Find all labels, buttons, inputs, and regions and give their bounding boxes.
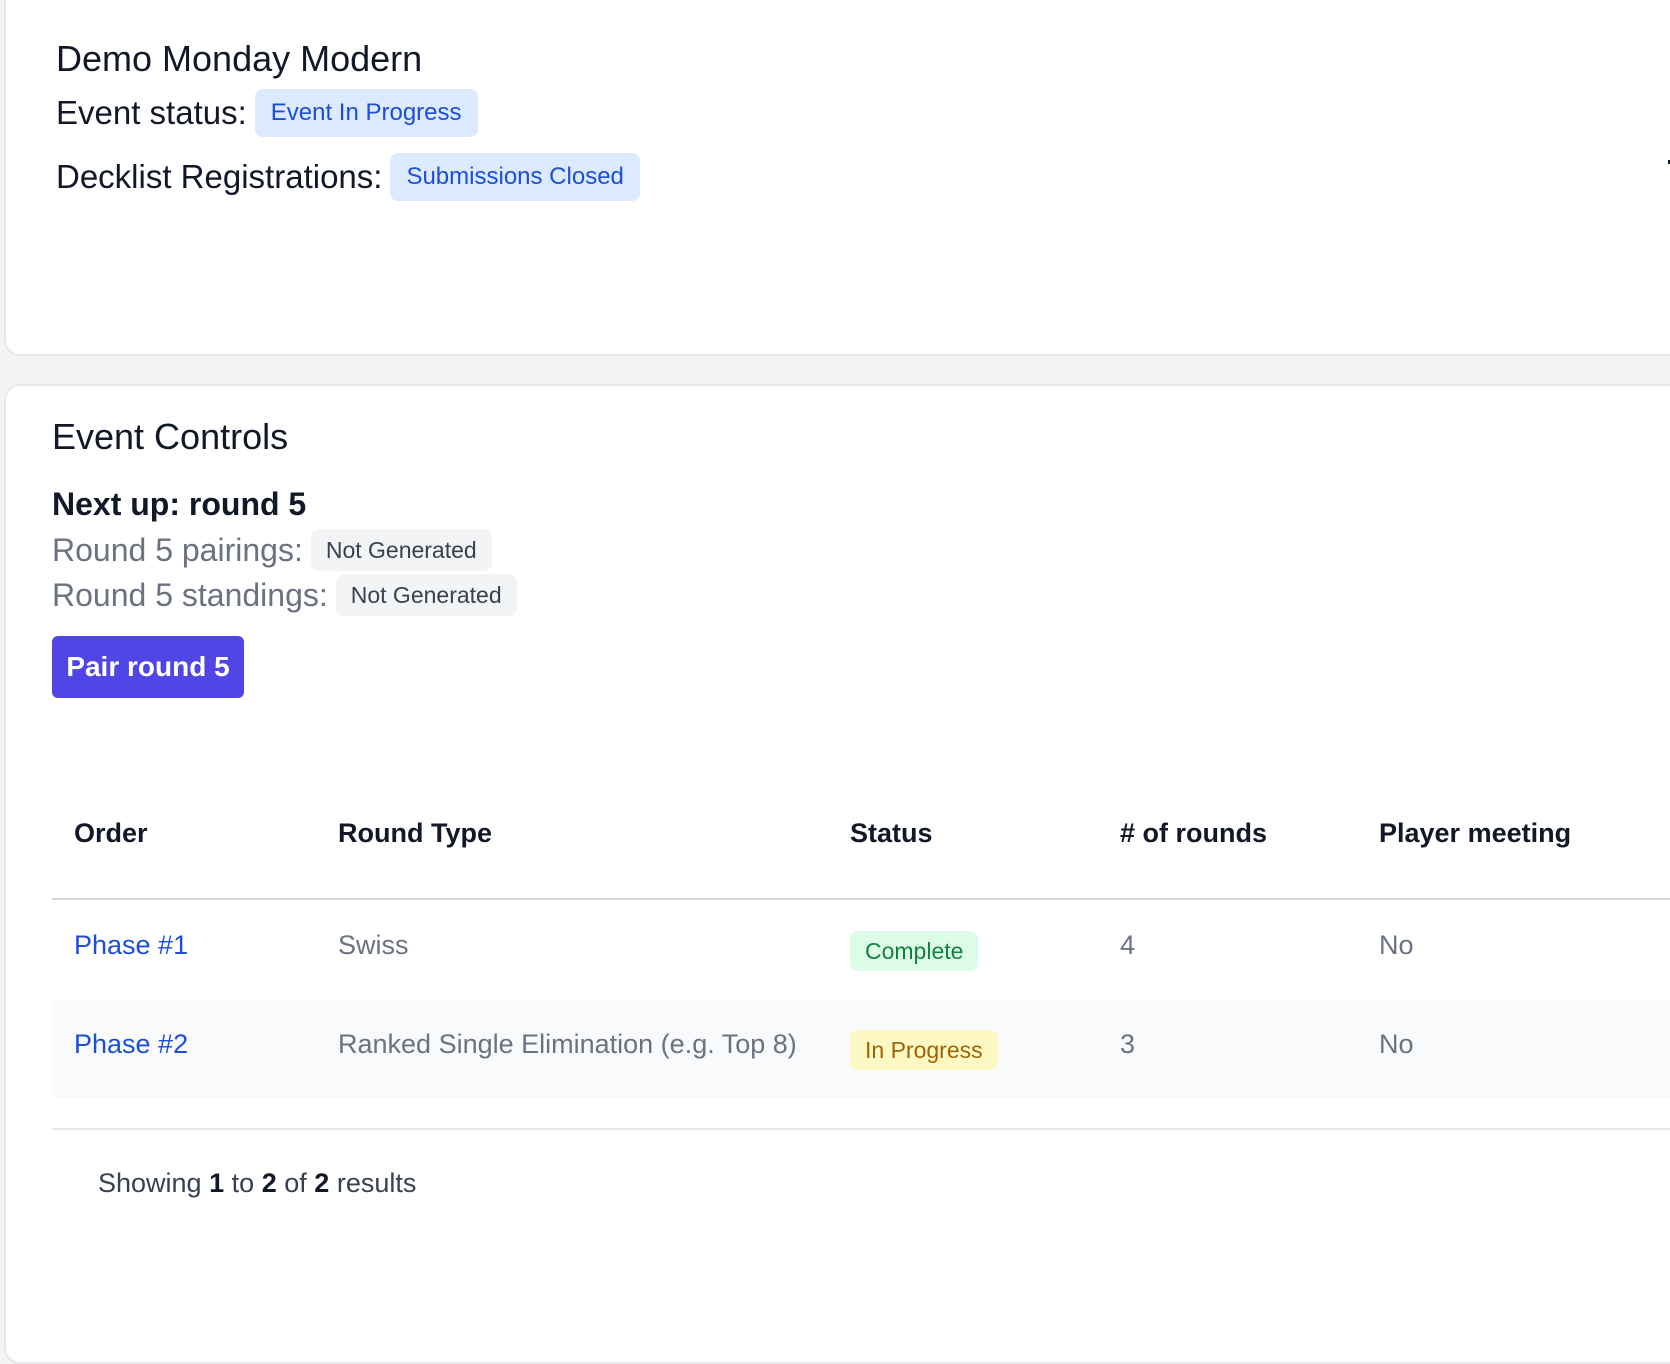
table-row: Phase #2 Ranked Single Elimination (e.g.… [52,999,1670,1098]
round-standings-row: Round 5 standings: Not Generated [52,574,517,616]
table-row: Phase #1 Swiss Complete 4 No [52,900,1670,999]
column-header-rounds[interactable]: # of rounds [1120,818,1267,849]
pairings-status-badge: Not Generated [310,529,492,571]
results-summary: Showing 1 to 2 of 2 results [98,1168,416,1199]
round-pairings-label: Round 5 pairings: [52,531,303,568]
phases-table: Order Round Type Status # of rounds Play… [52,786,1670,1250]
round-pairings-row: Round 5 pairings: Not Generated [52,529,492,571]
event-summary-card: Demo Monday Modern Event status: Event I… [4,0,1670,356]
column-header-order[interactable]: Order [74,818,148,849]
results-to: 2 [261,1168,277,1198]
round-type-cell: Swiss [338,930,409,960]
results-total: 2 [314,1168,330,1198]
results-prefix: Showing [98,1168,202,1198]
phase-link[interactable]: Phase #1 [74,930,188,961]
column-header-status[interactable]: Status [850,818,933,849]
player-meeting-cell: No [1379,1029,1414,1059]
status-badge: In Progress [850,1030,998,1070]
standings-status-badge: Not Generated [335,574,517,616]
results-from: 1 [209,1168,225,1198]
event-status-label: Event status: [56,94,247,131]
status-badge: Complete [850,931,979,971]
pair-round-button[interactable]: Pair round 5 [52,636,244,698]
round-type-cell: Ranked Single Elimination (e.g. Top 8) [338,1029,797,1059]
results-to-word: to [231,1168,255,1198]
round-standings-label: Round 5 standings: [52,576,328,613]
player-meeting-cell: No [1379,930,1414,960]
status-cell: In Progress [850,1030,998,1070]
status-cell: Complete [850,931,979,971]
rounds-count-cell: 4 [1120,930,1136,960]
table-header: Order Round Type Status # of rounds Play… [52,786,1670,900]
table-footer: Showing 1 to 2 of 2 results [52,1128,1670,1250]
event-title: Demo Monday Modern [56,38,423,79]
decklist-status-badge: Submissions Closed [390,153,640,201]
decklist-registrations-label: Decklist Registrations: [56,158,383,195]
column-header-player-meeting[interactable]: Player meeting [1379,818,1571,849]
results-of-word: of [284,1168,307,1198]
event-status-row: Event status: Event In Progress [56,89,478,137]
rounds-count-cell: 3 [1120,1029,1136,1059]
event-controls-title: Event Controls [52,416,289,457]
decklist-registrations-row: Decklist Registrations: Submissions Clos… [56,153,640,201]
event-status-badge: Event In Progress [254,89,478,137]
next-round-heading: Next up: round 5 [52,486,307,522]
event-controls-card: Event Controls Next up: round 5 Round 5 … [4,384,1670,1364]
column-header-round-type[interactable]: Round Type [338,818,492,849]
results-suffix: results [336,1168,417,1198]
phase-link[interactable]: Phase #2 [74,1029,188,1060]
